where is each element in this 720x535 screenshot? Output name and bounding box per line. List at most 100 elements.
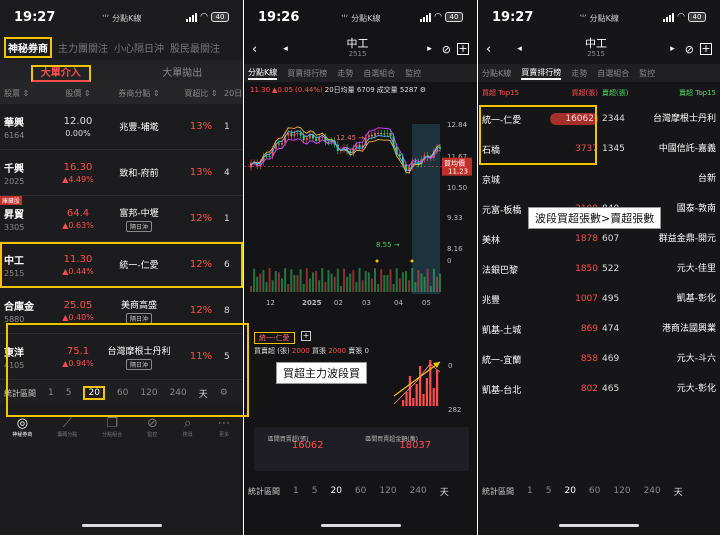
- ranking-header: 買超 Top15 買超(張) 賣超(張) 賣超 Top15: [482, 89, 716, 97]
- volume-bar: [287, 284, 290, 292]
- buy-volume: 869: [580, 324, 598, 334]
- buy-volume: 1007: [575, 294, 598, 304]
- candlestick-chart[interactable]: 12.8411.6710.509.338.16012 2025 02 03 04 05買均…: [244, 112, 477, 310]
- monitor-icon[interactable]: ⊘: [685, 43, 694, 56]
- sell-broker[interactable]: 凱基-彰化: [642, 294, 716, 305]
- signal-icon: [663, 12, 675, 22]
- panel-ranking: 19:27 ⺌ 分點K線 ◠ 40 ‹ ◂ 中工 2515 ▸ ⊘ + 分點K線 …: [478, 0, 720, 535]
- tab-ranking[interactable]: 買賣排行榜: [287, 68, 327, 79]
- volume-bar: [414, 282, 417, 292]
- tab-monitor[interactable]: 監控: [639, 68, 655, 79]
- buy-broker[interactable]: 統一-宜蘭: [482, 353, 550, 366]
- sell-volume: 607: [602, 234, 620, 244]
- tab-kline[interactable]: 分點K線: [482, 68, 511, 79]
- ranking-row[interactable]: 凱基-台北 802 465 元大-彰化: [478, 374, 720, 404]
- broker-chip[interactable]: 統一-仁愛: [254, 332, 295, 344]
- buy-broker[interactable]: 法銀巴黎: [482, 263, 550, 276]
- volume-bar: [318, 280, 321, 292]
- tab-big-buy[interactable]: 大單介入: [0, 64, 122, 82]
- tab-big-sell[interactable]: 大單拋出: [122, 64, 244, 79]
- volume-bar: [395, 268, 398, 292]
- col-20d[interactable]: 20日: [224, 88, 242, 99]
- next-stock-icon[interactable]: ▸: [670, 44, 675, 54]
- marker-dot: [410, 259, 414, 263]
- sell-broker[interactable]: 群益金鼎-開元: [642, 234, 716, 245]
- buy-broker[interactable]: 京城: [482, 173, 550, 186]
- add-broker-icon[interactable]: +: [301, 331, 311, 341]
- nav-mysterious-broker[interactable]: 神秘券商: [4, 36, 52, 58]
- avg-buy-value: 11.23: [448, 168, 468, 176]
- nav-popular[interactable]: 股民最關注: [170, 40, 220, 55]
- buy-broker[interactable]: 凱基-台北: [482, 383, 550, 396]
- col-stock[interactable]: 股票 ⇕: [4, 88, 56, 99]
- next-stock-icon[interactable]: ▸: [427, 44, 432, 54]
- col-broker[interactable]: 券商分點 ⇕: [100, 88, 178, 99]
- volume-bar: [302, 284, 305, 292]
- high-annotation: 12.45 →: [336, 134, 364, 142]
- volume-bar: [377, 284, 380, 292]
- sell-broker[interactable]: 中國信託-嘉義: [642, 144, 716, 155]
- tab-watchlist[interactable]: 自選組合: [363, 68, 395, 79]
- ranking-row[interactable]: 法銀巴黎 1850 522 元大-佳里: [478, 254, 720, 284]
- sell-broker[interactable]: 港商法國興業: [642, 324, 716, 335]
- monitor-icon[interactable]: ⊘: [442, 43, 451, 56]
- sell-broker[interactable]: 台新: [642, 174, 716, 185]
- broker-buy-bar: [408, 376, 411, 406]
- volume-bar: [408, 280, 411, 292]
- candle-body: [321, 136, 324, 138]
- ranking-row[interactable]: 兆豐 1007 495 凱基-彰化: [478, 284, 720, 314]
- nav-tab-search[interactable]: ⌕ 搜尋: [183, 416, 193, 438]
- col-ratio[interactable]: 買超比 ⇕: [178, 88, 224, 99]
- nav-tab-more[interactable]: ⋯ 更多: [218, 416, 231, 438]
- back-icon[interactable]: ‹: [486, 42, 491, 57]
- add-icon[interactable]: +: [457, 43, 469, 55]
- col-price[interactable]: 股價 ⇕: [56, 88, 100, 99]
- volume-bar: [436, 276, 438, 292]
- volume-bar: [401, 272, 404, 292]
- x-tick-label: 03: [362, 299, 371, 307]
- summary-net-amount: 18037 區間買賣超金額(萬): [365, 436, 432, 451]
- y-tick-label: 9.33: [447, 214, 463, 222]
- ranking-row[interactable]: 凱基-土城 869 474 港商法國興業: [478, 314, 720, 344]
- nav-main-force[interactable]: 主力團關注: [58, 40, 108, 55]
- x-tick-label: 12: [266, 299, 275, 307]
- candle-body: [439, 147, 442, 149]
- table-row[interactable]: 庫藏股 昇貿 3305 64.4 ▲0.63% 富邦-中壢 隔日沖 12% 1: [0, 196, 243, 242]
- nav-day-trade[interactable]: 小心隔日沖: [114, 40, 164, 55]
- ranking-row[interactable]: 京城 台新: [478, 164, 720, 194]
- sell-broker[interactable]: 元大-彰化: [642, 384, 716, 395]
- tab-watchlist[interactable]: 自選組合: [597, 68, 629, 79]
- table-row[interactable]: 千興 2025 16.30 ▲4.49% 致和-府前 13% 4: [0, 150, 243, 196]
- buy-volume: 1878: [575, 234, 598, 244]
- broker-buy-bar: [402, 400, 405, 406]
- nav-tab-monitor[interactable]: ⊘ 監控: [147, 416, 158, 438]
- nav-tab-broker[interactable]: ◎ 神秘券商: [12, 416, 32, 438]
- sell-broker[interactable]: 台灣摩根士丹利: [642, 114, 716, 125]
- wifi-icon: ◠: [200, 12, 208, 22]
- tab-trend[interactable]: 走勢: [571, 68, 587, 79]
- tab-ranking[interactable]: 買賣排行榜: [521, 67, 562, 80]
- tab-monitor[interactable]: 監控: [405, 68, 421, 79]
- low-annotation: 8.55 →: [376, 241, 400, 249]
- volume-bar: [383, 275, 386, 292]
- candle-body: [414, 161, 417, 163]
- ranking-row[interactable]: 統一-宜蘭 858 469 元大-斗六: [478, 344, 720, 374]
- battery-icon: 40: [688, 12, 706, 22]
- tab-kline[interactable]: 分點K線: [248, 67, 278, 80]
- buy-broker[interactable]: 美林: [482, 233, 550, 246]
- add-icon[interactable]: +: [700, 43, 712, 55]
- y-tick-label: 10.50: [447, 184, 467, 192]
- sell-broker[interactable]: 元大-佳里: [642, 264, 716, 275]
- buy-broker[interactable]: 兆豐: [482, 293, 550, 306]
- nav-tab-chips[interactable]: ⟋ 籌碼分點: [57, 416, 77, 438]
- stock-header: ‹ ◂ 中工 2515 ▸ ⊘ +: [244, 34, 477, 64]
- candle-body: [293, 133, 296, 137]
- candle-body: [370, 134, 373, 137]
- tab-trend[interactable]: 走勢: [337, 68, 353, 79]
- table-row-highlighted[interactable]: 中工 2515 11.30 ▲0.44% 統一-仁愛 12% 6: [0, 242, 243, 288]
- sell-broker[interactable]: 元大-斗六: [642, 354, 716, 365]
- nav-tab-combo[interactable]: ❐ 分點組合: [102, 416, 122, 438]
- table-row[interactable]: 華興 6164 12.00 0.00% 兆豐-埔墘 13% 1: [0, 104, 243, 150]
- back-icon[interactable]: ‹: [252, 42, 257, 57]
- buy-broker[interactable]: 凱基-土城: [482, 323, 550, 336]
